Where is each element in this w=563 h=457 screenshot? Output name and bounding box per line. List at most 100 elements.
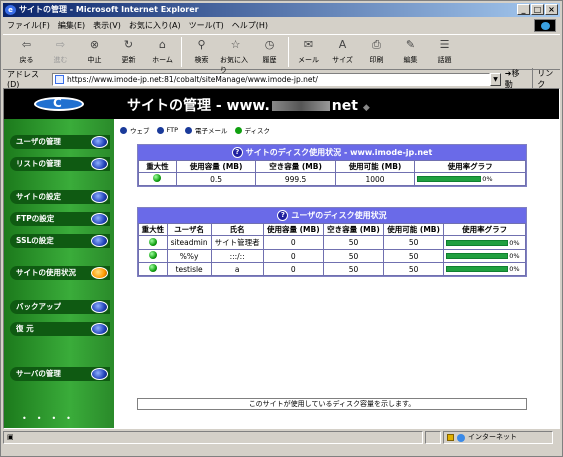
nav-bullet-icon	[91, 158, 108, 170]
usage-bar: 0%	[446, 252, 523, 260]
address-dropdown-button[interactable]: ▼	[490, 72, 501, 86]
lock-icon	[447, 434, 454, 441]
help-icon[interactable]: ?	[231, 147, 243, 158]
col-free: 空き容量 (MB)	[255, 160, 336, 173]
maximize-button[interactable]: □	[531, 4, 544, 15]
sidebar-item-server[interactable]: サーバの管理	[10, 367, 110, 381]
col-used: 使用容量 (MB)	[262, 223, 324, 236]
status-text: ▣	[3, 431, 423, 444]
refresh-button[interactable]: ↻ 更新	[113, 35, 144, 69]
help-icon[interactable]: ?	[277, 210, 289, 221]
forward-button[interactable]: ⇨ 進む	[45, 35, 76, 69]
title-bar: e サイトの管理 - Microsoft Internet Explorer _…	[3, 3, 560, 17]
legend: ウェブ FTP 電子メール ディスク	[120, 125, 277, 135]
menu-tools[interactable]: ツール(T)	[189, 20, 224, 31]
address-url: https://www.imode-jp.net:81/cobalt/siteM…	[67, 74, 318, 84]
sidebar-item-users[interactable]: ユーザの管理	[10, 135, 110, 149]
page-title: サイトの管理 - www. net ◆	[127, 98, 370, 114]
sidebar-item-site-settings[interactable]: サイトの設定	[10, 190, 110, 204]
legend-disk[interactable]: ディスク	[234, 125, 270, 135]
sidebar-item-ssl[interactable]: SSLの設定	[10, 234, 110, 248]
col-username: ユーザ名	[166, 223, 212, 236]
menu-file[interactable]: ファイル(F)	[7, 20, 50, 31]
toolbar-separator	[288, 37, 289, 67]
search-icon: ⚲	[197, 38, 206, 51]
header-banner: サイトの管理 - www.net ◆	[4, 89, 559, 119]
usage-bar: 0%	[446, 239, 523, 247]
user-disk-header: ? ユーザのディスク使用状況	[138, 208, 526, 223]
search-button[interactable]: ⚲ 検索	[186, 35, 217, 69]
status-ok-icon	[153, 174, 162, 182]
status-bar: ▣ インターネット	[3, 430, 560, 445]
menu-favorites[interactable]: お気に入り(A)	[129, 20, 181, 31]
usage-bar-fill	[446, 239, 509, 246]
page-done-icon: ▣	[7, 433, 14, 441]
home-icon: ⌂	[159, 38, 166, 51]
back-icon: ⇦	[21, 38, 32, 51]
site-disk-table: 重大性 使用容量 (MB) 空き容量 (MB) 使用可能 (MB) 使用率グラフ…	[138, 160, 526, 186]
mail-button[interactable]: ✉ メール	[293, 35, 324, 69]
edit-button[interactable]: ✎ 編集	[395, 35, 426, 69]
web-bullet-icon	[120, 126, 127, 134]
page-viewport: サイトの管理 - www.net ◆ ユーザの管理 リストの管理 サイトの設定 …	[3, 88, 560, 429]
nav-bullet-icon	[91, 301, 108, 313]
sidebar-decoration: ••••	[22, 414, 81, 423]
nav-bullet-icon	[91, 191, 108, 203]
col-fullname: 氏名	[210, 223, 264, 236]
nav-bullet-icon	[91, 136, 108, 148]
nav-bullet-icon	[91, 213, 108, 225]
font-size-icon: A	[338, 38, 347, 51]
usage-bar: 0%	[446, 265, 523, 273]
menu-edit[interactable]: 編集(E)	[58, 20, 85, 31]
toolbar: ⇦ 戻る ⇨ 進む ⊗ 中止 ↻ 更新 ⌂ ホーム ⚲ 検索 ☆ お気に入り ◷ 履歴 ✉ メール…	[3, 34, 560, 74]
close-button[interactable]: ×	[545, 4, 558, 15]
table-row: %%y :::/:: 0 50 50 0%	[138, 249, 526, 263]
history-button[interactable]: ◷ 履歴	[254, 35, 285, 69]
minimize-button[interactable]: _	[517, 4, 530, 15]
legend-ftp[interactable]: FTP	[156, 126, 178, 134]
status-ok-icon	[148, 264, 157, 272]
status-segment	[425, 431, 441, 444]
internet-zone-icon	[457, 434, 465, 442]
print-icon: ⎙	[372, 38, 381, 51]
address-input[interactable]: https://www.imode-jp.net:81/cobalt/siteM…	[52, 72, 491, 86]
col-available: 使用可能 (MB)	[383, 223, 445, 236]
legend-web[interactable]: ウェブ	[120, 125, 150, 135]
col-available: 使用可能 (MB)	[334, 160, 416, 173]
windows-logo-icon	[534, 19, 556, 32]
sidebar: ユーザの管理 リストの管理 サイトの設定 FTPの設定 SSLの設定 サイトの使…	[4, 119, 114, 428]
back-button[interactable]: ⇦ 戻る	[11, 35, 42, 69]
email-bullet-icon	[185, 126, 193, 134]
status-ok-icon	[148, 251, 157, 259]
user-disk-panel: ? ユーザのディスク使用状況 重大性 ユーザ名 氏名 使用容量 (MB) 空き容量…	[137, 207, 527, 277]
col-used: 使用容量 (MB)	[175, 160, 257, 173]
home-button[interactable]: ⌂ ホーム	[147, 35, 178, 69]
sidebar-item-lists[interactable]: リストの管理	[10, 157, 110, 171]
user-disk-table: 重大性 ユーザ名 氏名 使用容量 (MB) 空き容量 (MB) 使用可能 (MB…	[138, 223, 526, 276]
sidebar-item-backup[interactable]: バックアップ	[10, 300, 110, 314]
obscured-domain	[271, 101, 330, 111]
go-button[interactable]: ➜移動	[505, 68, 527, 90]
print-button[interactable]: ⎙ 印刷	[361, 35, 392, 69]
menu-view[interactable]: 表示(V)	[93, 20, 121, 31]
sidebar-item-site-usage[interactable]: サイトの使用状況	[10, 266, 110, 280]
nav-bullet-active-icon	[91, 267, 108, 279]
discuss-icon: ☰	[439, 38, 450, 51]
favorites-button[interactable]: ☆ お気に入り	[220, 35, 251, 74]
discuss-button[interactable]: ☰ 話題	[429, 35, 460, 69]
legend-email[interactable]: 電子メール	[185, 125, 228, 135]
zone-indicator: インターネット	[443, 431, 553, 444]
address-bar: アドレス(D) https://www.imode-jp.net:81/coba…	[3, 68, 560, 90]
links-button[interactable]: リンク	[532, 68, 560, 90]
menu-help[interactable]: ヘルプ(H)	[232, 20, 268, 31]
site-disk-panel: ? サイトのディスク使用状況 - www.imode-jp.net 重大性 使用容…	[137, 144, 527, 187]
font-size-button[interactable]: A サイズ	[327, 35, 358, 69]
stop-button[interactable]: ⊗ 中止	[79, 35, 110, 69]
disk-bullet-icon	[234, 126, 242, 134]
history-icon: ◷	[264, 38, 275, 51]
refresh-icon: ↻	[123, 38, 134, 51]
nav-bullet-icon	[91, 235, 108, 247]
sidebar-item-restore[interactable]: 復 元	[10, 322, 110, 336]
sidebar-item-ftp[interactable]: FTPの設定	[10, 212, 110, 226]
forward-icon: ⇨	[55, 38, 66, 51]
